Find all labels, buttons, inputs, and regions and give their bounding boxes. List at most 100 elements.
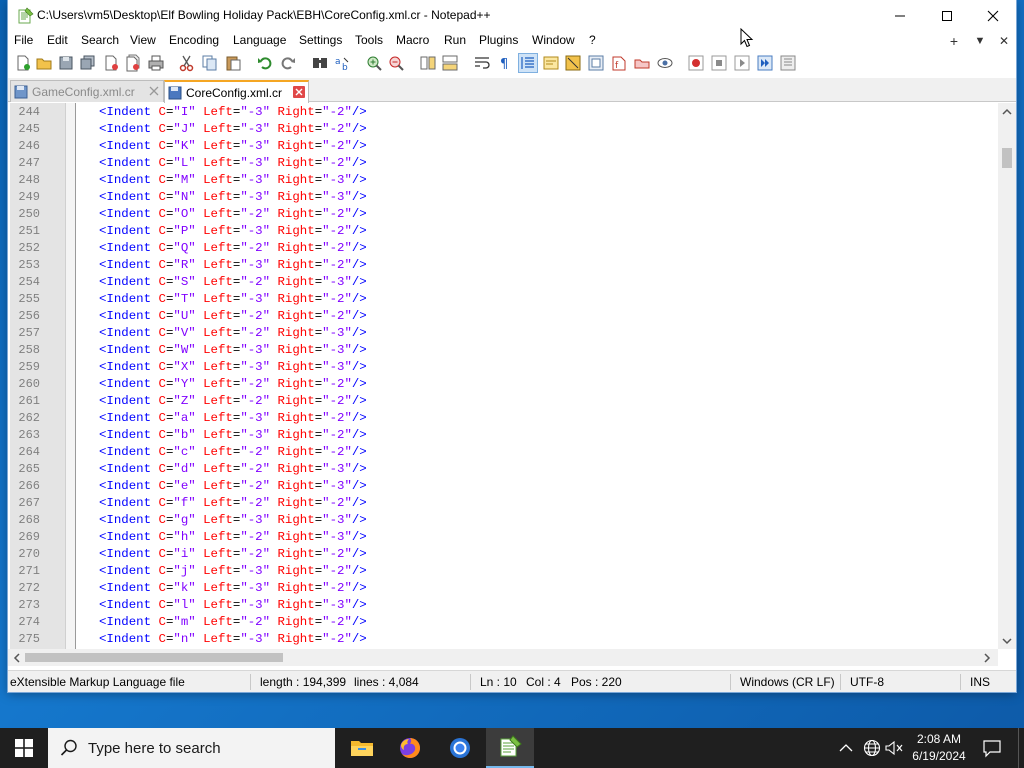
menu-help[interactable]: ?	[589, 33, 596, 47]
code-line[interactable]: 258 <Indent C="W" Left="-3" Right="-3"/>	[8, 342, 998, 359]
code-line[interactable]: 263 <Indent C="b" Left="-3" Right="-2"/>	[8, 427, 998, 444]
code-line[interactable]: 261 <Indent C="Z" Left="-2" Right="-2"/>	[8, 393, 998, 410]
tab-gameconfig[interactable]: GameConfig.xml.cr	[10, 80, 164, 102]
undo-icon[interactable]	[256, 54, 274, 72]
save-all-icon[interactable]	[79, 54, 97, 72]
tab-list-dropdown-button[interactable]: ▼	[970, 31, 990, 51]
close-all-icon[interactable]	[124, 54, 142, 72]
paste-icon[interactable]	[224, 54, 242, 72]
status-insert-mode[interactable]: INS	[970, 675, 990, 689]
code-line[interactable]: 252 <Indent C="Q" Left="-2" Right="-2"/>	[8, 240, 998, 257]
new-tab-plus-button[interactable]: +	[944, 31, 964, 51]
redo-icon[interactable]	[279, 54, 297, 72]
indent-guide-icon[interactable]	[518, 53, 538, 73]
open-file-icon[interactable]	[35, 54, 53, 72]
tab-close-icon[interactable]	[293, 86, 305, 98]
code-line[interactable]: 255 <Indent C="T" Left="-3" Right="-2"/>	[8, 291, 998, 308]
menu-window[interactable]: Window	[532, 33, 575, 47]
code-line[interactable]: 256 <Indent C="U" Left="-2" Right="-2"/>	[8, 308, 998, 325]
code-line[interactable]: 253 <Indent C="R" Left="-3" Right="-2"/>	[8, 257, 998, 274]
menu-search[interactable]: Search	[81, 33, 119, 47]
close-button[interactable]	[970, 0, 1016, 31]
code-line[interactable]: 268 <Indent C="g" Left="-3" Right="-3"/>	[8, 512, 998, 529]
taskbar-clock[interactable]: 2:08 AM 6/19/2024	[906, 731, 972, 765]
document-map-icon[interactable]	[564, 54, 582, 72]
horizontal-scroll-thumb[interactable]	[25, 653, 283, 662]
code-line[interactable]: 249 <Indent C="N" Left="-3" Right="-3"/>	[8, 189, 998, 206]
code-line[interactable]: 259 <Indent C="X" Left="-3" Right="-3"/>	[8, 359, 998, 376]
word-wrap-icon[interactable]	[473, 54, 491, 72]
find-icon[interactable]	[311, 54, 329, 72]
copy-icon[interactable]	[201, 54, 219, 72]
taskbar-chrome[interactable]	[436, 728, 484, 768]
code-line[interactable]: 251 <Indent C="P" Left="-3" Right="-2"/>	[8, 223, 998, 240]
scroll-down-arrow-icon[interactable]	[998, 632, 1016, 649]
menu-macro[interactable]: Macro	[396, 33, 429, 47]
zoom-in-icon[interactable]	[365, 54, 383, 72]
print-icon[interactable]	[147, 54, 165, 72]
code-line[interactable]: 260 <Indent C="Y" Left="-2" Right="-2"/>	[8, 376, 998, 393]
zoom-out-icon[interactable]	[387, 54, 405, 72]
save-macro-icon[interactable]	[779, 54, 797, 72]
code-line[interactable]: 274 <Indent C="m" Left="-2" Right="-2"/>	[8, 614, 998, 631]
menu-language[interactable]: Language	[233, 33, 286, 47]
code-line[interactable]: 264 <Indent C="c" Left="-2" Right="-2"/>	[8, 444, 998, 461]
sync-horizontal-scroll-icon[interactable]	[441, 54, 459, 72]
vertical-scrollbar[interactable]	[998, 103, 1016, 649]
code-line[interactable]: 265 <Indent C="d" Left="-2" Right="-3"/>	[8, 461, 998, 478]
code-line[interactable]: 247 <Indent C="L" Left="-3" Right="-2"/>	[8, 155, 998, 172]
volume-muted-icon[interactable]	[884, 738, 904, 758]
menu-run[interactable]: Run	[444, 33, 466, 47]
menu-file[interactable]: File	[14, 33, 33, 47]
code-line[interactable]: 244 <Indent C="I" Left="-3" Right="-2"/>	[8, 104, 998, 121]
cut-icon[interactable]	[178, 54, 196, 72]
minimize-button[interactable]	[877, 0, 923, 31]
close-document-button[interactable]: ✕	[994, 31, 1014, 51]
code-line[interactable]: 270 <Indent C="i" Left="-2" Right="-2"/>	[8, 546, 998, 563]
code-line[interactable]: 246 <Indent C="K" Left="-3" Right="-2"/>	[8, 138, 998, 155]
taskbar-firefox[interactable]	[386, 728, 434, 768]
menu-view[interactable]: View	[130, 33, 156, 47]
maximize-button[interactable]	[924, 0, 970, 31]
status-encoding[interactable]: UTF-8	[850, 675, 884, 689]
replace-icon[interactable]: ab	[334, 54, 352, 72]
code-line[interactable]: 262 <Indent C="a" Left="-3" Right="-2"/>	[8, 410, 998, 427]
start-button[interactable]	[0, 728, 48, 768]
menu-edit[interactable]: Edit	[47, 33, 68, 47]
taskbar-file-explorer[interactable]	[338, 728, 386, 768]
notification-center-icon[interactable]	[980, 736, 1004, 760]
function-list-icon[interactable]	[587, 54, 605, 72]
taskbar-notepadpp[interactable]	[486, 728, 534, 768]
title-bar[interactable]: C:\Users\vm5\Desktop\Elf Bowling Holiday…	[8, 0, 1016, 31]
show-all-characters-icon[interactable]: ¶	[496, 54, 514, 72]
code-line[interactable]: 254 <Indent C="S" Left="-2" Right="-3"/>	[8, 274, 998, 291]
new-file-icon[interactable]	[14, 54, 32, 72]
code-line[interactable]: 272 <Indent C="k" Left="-3" Right="-2"/>	[8, 580, 998, 597]
tab-coreconfig[interactable]: CoreConfig.xml.cr	[164, 80, 309, 103]
user-defined-language-icon[interactable]	[542, 54, 560, 72]
monitoring-icon[interactable]	[633, 54, 651, 72]
eye-icon[interactable]	[656, 54, 674, 72]
save-icon[interactable]	[57, 54, 75, 72]
menu-settings[interactable]: Settings	[299, 33, 342, 47]
show-desktop-button[interactable]	[1018, 728, 1024, 768]
menu-encoding[interactable]: Encoding	[169, 33, 219, 47]
play-macro-icon[interactable]	[733, 54, 751, 72]
code-line[interactable]: 269 <Indent C="h" Left="-2" Right="-3"/>	[8, 529, 998, 546]
code-line[interactable]: 248 <Indent C="M" Left="-3" Right="-3"/>	[8, 172, 998, 189]
menu-plugins[interactable]: Plugins	[479, 33, 518, 47]
horizontal-scrollbar[interactable]	[8, 649, 998, 666]
code-line[interactable]: 257 <Indent C="V" Left="-2" Right="-3"/>	[8, 325, 998, 342]
code-line[interactable]: 271 <Indent C="j" Left="-3" Right="-2"/>	[8, 563, 998, 580]
vertical-scroll-thumb[interactable]	[1002, 148, 1012, 168]
code-line[interactable]: 273 <Indent C="l" Left="-3" Right="-3"/>	[8, 597, 998, 614]
run-macro-multiple-icon[interactable]	[756, 54, 774, 72]
record-macro-icon[interactable]	[687, 54, 705, 72]
menu-tools[interactable]: Tools	[355, 33, 383, 47]
scroll-up-arrow-icon[interactable]	[998, 103, 1016, 120]
network-globe-icon[interactable]	[862, 738, 882, 758]
scroll-left-arrow-icon[interactable]	[8, 649, 25, 666]
code-line[interactable]: 275 <Indent C="n" Left="-3" Right="-2"/>	[8, 631, 998, 648]
sync-vertical-scroll-icon[interactable]	[419, 54, 437, 72]
code-line[interactable]: 266 <Indent C="e" Left="-2" Right="-3"/>	[8, 478, 998, 495]
